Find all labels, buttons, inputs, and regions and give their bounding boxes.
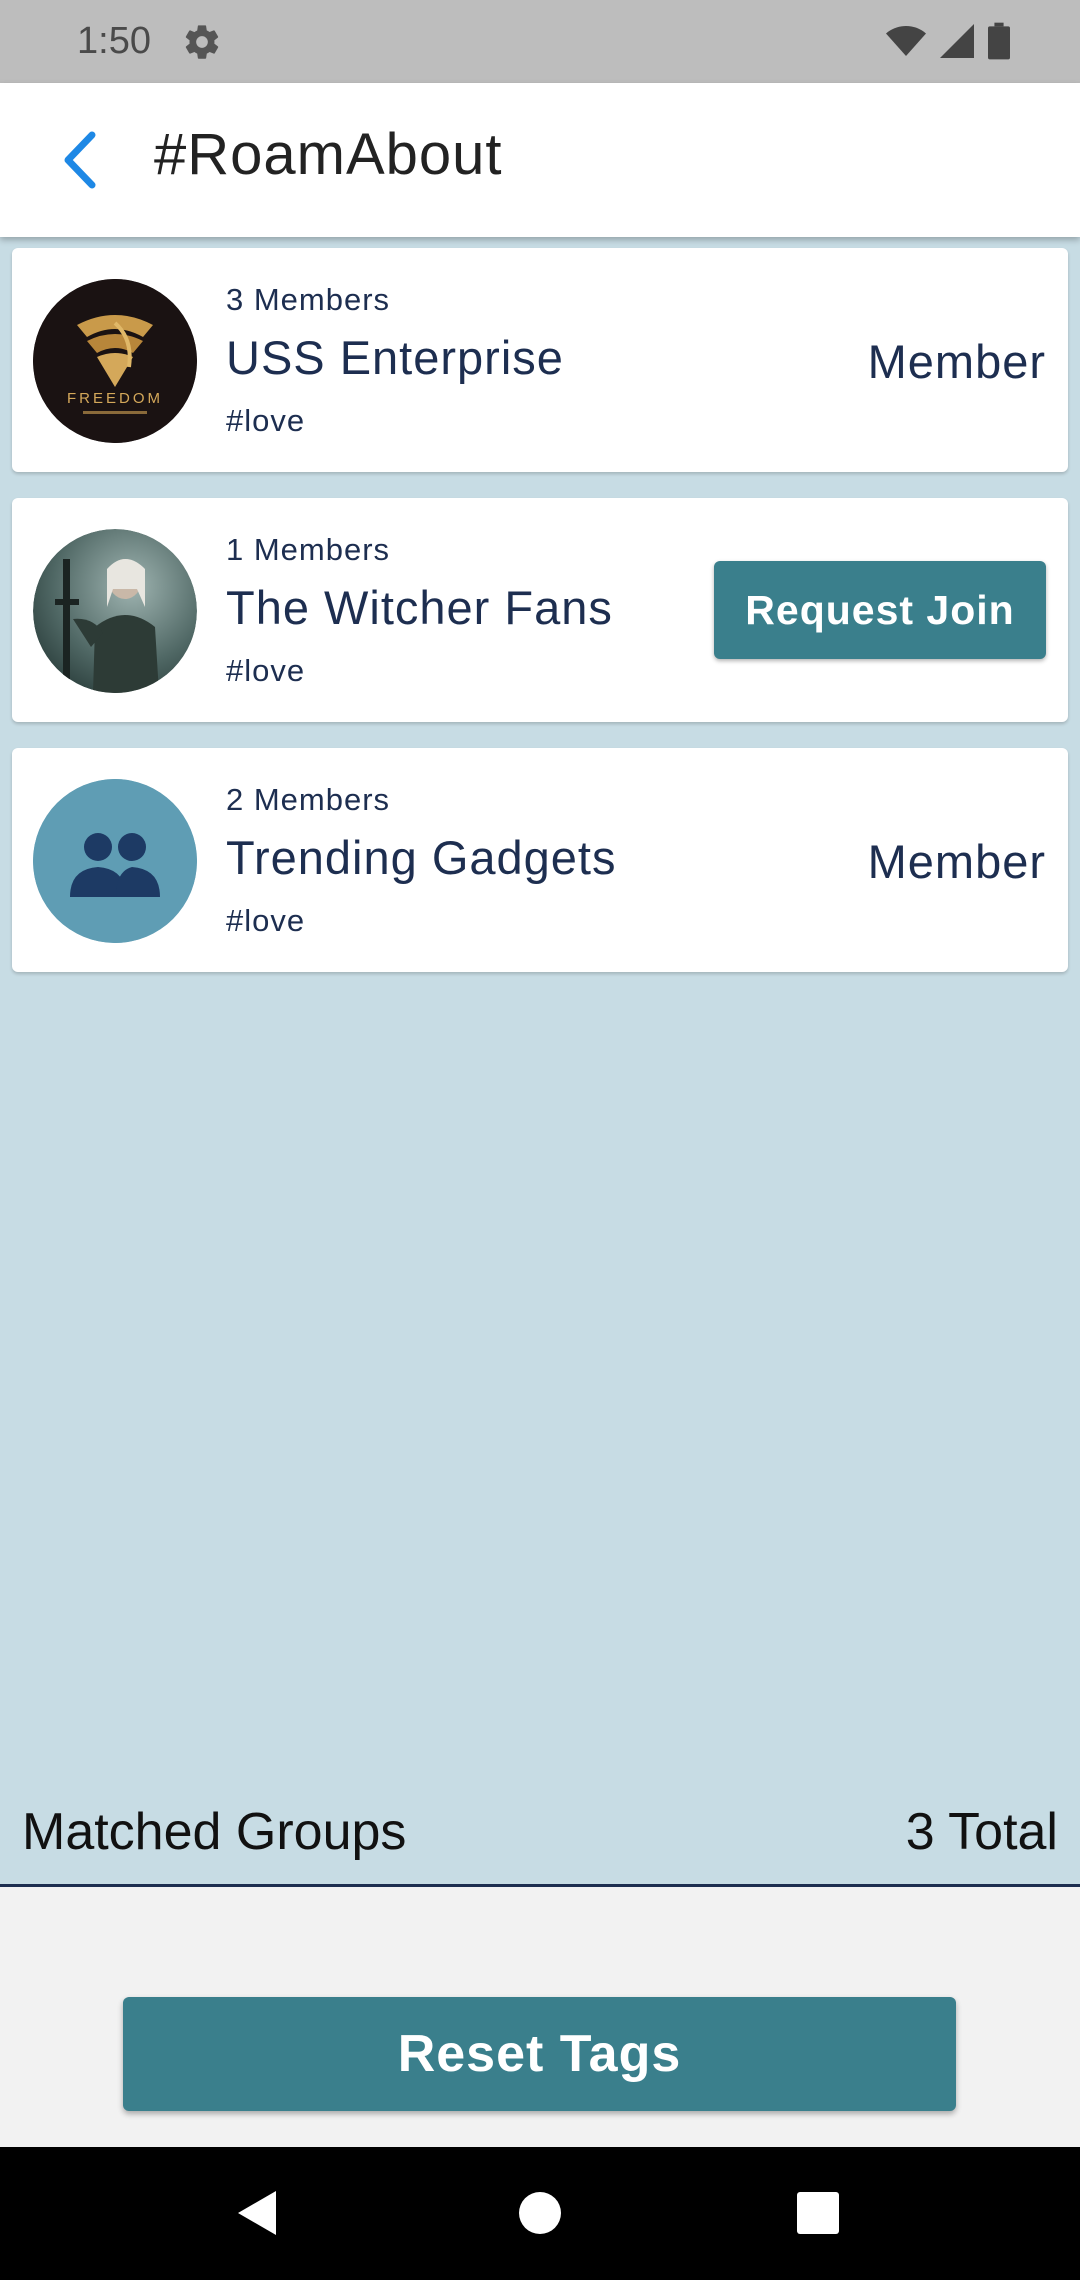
nav-back-icon[interactable] [230,2185,286,2241]
group-card-uss-enterprise[interactable]: FREEDOM 3 Members USS Enterprise #love M… [12,248,1068,472]
app-bar: #RoamAbout [0,83,1080,237]
page-title: #RoamAbout [154,122,503,187]
group-icon [33,779,197,943]
chevron-left-icon [64,131,96,189]
avatar-logo-text: FREEDOM [67,390,163,407]
member-status-label: Member [867,335,1046,388]
member-count: 1 Members [226,532,391,567]
group-name: USS Enterprise [226,331,564,384]
member-status-label: Member [867,835,1046,888]
nav-home-icon[interactable] [512,2185,568,2241]
status-time: 1:50 [77,20,151,62]
gear-icon [185,25,219,59]
group-tag: #love [226,653,306,688]
group-name: The Witcher Fans [226,581,613,634]
back-button[interactable] [52,123,112,197]
witcher-photo-image [33,529,197,693]
matched-groups-total: 3 Total [905,1803,1058,1861]
avatar-witcher-photo [33,529,197,693]
battery-icon [988,22,1010,60]
request-join-button[interactable]: Request Join [714,561,1046,659]
system-nav-bar [0,2147,1080,2280]
group-card-trending-gadgets[interactable]: 2 Members Trending Gadgets #love Member [12,748,1068,972]
status-icons [886,22,1010,60]
matched-groups-label: Matched Groups [22,1803,407,1861]
status-bar: 1:50 [0,0,1080,83]
avatar-freedom-logo: FREEDOM [33,279,197,443]
member-count: 2 Members [226,782,391,817]
avatar-group-icon [33,779,197,943]
group-card-witcher-fans[interactable]: 1 Members The Witcher Fans #love Request… [12,498,1068,722]
member-count: 3 Members [226,282,391,317]
nav-recents-icon[interactable] [790,2185,846,2241]
bottom-action-area: Reset Tags [0,1887,1080,2147]
group-tag: #love [226,903,306,938]
signal-icon [940,24,974,58]
group-list: FREEDOM 3 Members USS Enterprise #love M… [12,248,1068,998]
group-name: Trending Gadgets [226,831,617,884]
wifi-icon [886,26,926,56]
reset-tags-button[interactable]: Reset Tags [123,1997,956,2111]
group-tag: #love [226,403,306,438]
freedom-logo-icon: FREEDOM [33,279,197,443]
